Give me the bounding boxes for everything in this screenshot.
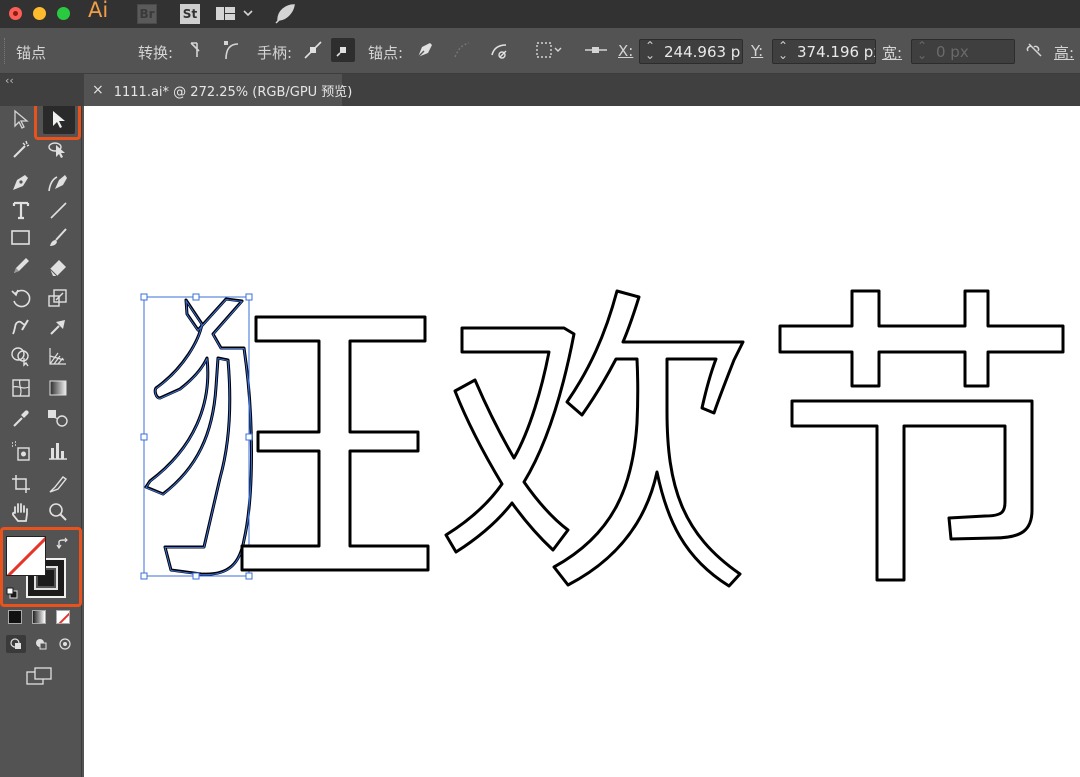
illustrator-logo: Ai xyxy=(88,0,109,22)
draw-inside-icon[interactable] xyxy=(55,635,75,653)
handles-label: 手柄: xyxy=(257,44,293,62)
width-value: 0 px xyxy=(936,42,969,61)
document-tab-bar: × 1111.ai* @ 272.25% (RGB/GPU 预览) xyxy=(0,74,1080,106)
zoom-tool-icon[interactable] xyxy=(44,499,72,525)
x-stepper-icon[interactable]: ⌃ ⌄ xyxy=(645,40,655,61)
slice-tool-icon[interactable] xyxy=(44,471,72,497)
artboard-tool-icon[interactable] xyxy=(7,471,35,497)
control-bar: 锚点 转换: 手柄: 锚点: X: ⌃ ⌄ 244.963 p Y: ⌃ ⌄ 374… xyxy=(0,28,1080,74)
screen-mode-icon[interactable] xyxy=(26,666,54,690)
x-label: X: xyxy=(618,42,634,60)
height-label: 高: xyxy=(1054,44,1075,62)
rectangle-tool-icon[interactable] xyxy=(7,225,35,251)
paintbrush-tool-icon[interactable] xyxy=(44,225,72,251)
gradient-tool-icon[interactable] xyxy=(44,375,72,401)
isolate-selection-icon[interactable] xyxy=(535,39,563,65)
current-tool-label: 锚点 xyxy=(16,44,47,62)
selection-tool-icon[interactable] xyxy=(43,104,75,134)
remove-anchor-icon[interactable] xyxy=(414,39,436,65)
workspace-switcher-icon[interactable] xyxy=(216,6,260,26)
eraser-tool-icon[interactable] xyxy=(44,253,72,279)
y-stepper-icon[interactable]: ⌃ ⌄ xyxy=(778,40,788,61)
lasso-tool-icon[interactable] xyxy=(44,136,72,162)
close-window-button[interactable] xyxy=(9,7,22,20)
x-value: 244.963 p xyxy=(664,42,741,61)
eyedropper-tool-icon[interactable] xyxy=(7,405,35,431)
gradient-mode-icon[interactable] xyxy=(32,610,46,624)
anchor-points-label: 锚点: xyxy=(368,44,404,62)
zoom-window-button[interactable] xyxy=(57,7,70,20)
y-coordinate-field[interactable]: ⌃ ⌄ 374.196 px xyxy=(772,39,876,64)
y-label: Y: xyxy=(751,42,764,60)
constrain-proportions-icon[interactable] xyxy=(1025,39,1045,65)
reference-point-icon[interactable] xyxy=(584,39,608,65)
pencil-tool-icon[interactable] xyxy=(7,253,35,279)
width-label: 宽: xyxy=(882,44,903,62)
mesh-tool-icon[interactable] xyxy=(7,375,35,401)
panel-grip[interactable] xyxy=(4,38,6,64)
convert-to-corner-icon[interactable] xyxy=(188,39,206,65)
glyph-jie-top[interactable] xyxy=(778,289,1065,388)
none-mode-icon[interactable] xyxy=(56,610,70,624)
connect-anchors-icon xyxy=(451,39,473,65)
line-segment-tool-icon[interactable] xyxy=(44,197,72,223)
convert-to-smooth-icon[interactable] xyxy=(222,39,242,65)
magic-wand-tool-icon[interactable] xyxy=(7,136,35,162)
scale-tool-icon[interactable] xyxy=(44,285,72,311)
rotate-tool-icon[interactable] xyxy=(7,285,35,311)
type-tool-icon[interactable] xyxy=(7,197,35,223)
blend-tool-icon[interactable] xyxy=(44,405,72,431)
tab-close-icon[interactable]: × xyxy=(92,82,104,98)
hand-tool-icon[interactable] xyxy=(7,499,35,525)
minimize-window-button[interactable] xyxy=(33,7,46,20)
title-bar: Ai Br St xyxy=(0,0,1080,28)
feather-icon[interactable] xyxy=(274,3,296,29)
width-field: ⌃ ⌄ 0 px xyxy=(911,39,1015,64)
glyph-huan-right[interactable] xyxy=(552,289,745,588)
pen-tool-icon[interactable] xyxy=(7,169,35,195)
fill-swatch[interactable] xyxy=(6,536,46,576)
document-tab[interactable]: × 1111.ai* @ 272.25% (RGB/GPU 预览) xyxy=(84,74,352,106)
default-fill-stroke-icon[interactable] xyxy=(6,584,18,603)
y-value: 374.196 px xyxy=(797,42,876,61)
artboard-canvas[interactable] xyxy=(84,106,1080,777)
bridge-icon[interactable]: Br xyxy=(137,4,157,24)
swap-fill-stroke-icon[interactable] xyxy=(56,536,70,555)
show-handles-icon[interactable] xyxy=(302,39,324,65)
glyph-jie-bottom[interactable] xyxy=(790,399,1034,582)
draw-normal-icon[interactable] xyxy=(6,635,26,653)
curvature-tool-icon[interactable] xyxy=(44,169,72,195)
cut-path-icon[interactable] xyxy=(488,39,510,65)
draw-behind-icon[interactable] xyxy=(31,635,51,653)
convert-label: 转换: xyxy=(138,44,174,62)
color-mode-icon[interactable] xyxy=(8,610,22,624)
width-stepper-icon: ⌃ ⌄ xyxy=(917,39,928,62)
x-coordinate-field[interactable]: ⌃ ⌄ 244.963 p xyxy=(639,39,743,64)
direct-selection-tool-icon[interactable] xyxy=(7,106,35,132)
stock-icon[interactable]: St xyxy=(180,4,200,24)
perspective-grid-tool-icon[interactable] xyxy=(44,343,72,369)
collapse-panel-icon[interactable]: ‹‹ xyxy=(5,74,14,87)
hide-handles-icon[interactable] xyxy=(331,38,355,62)
glyph-kuang-radical[interactable] xyxy=(144,297,253,576)
document-tab-title: 1111.ai* @ 272.25% (RGB/GPU 预览) xyxy=(113,84,353,100)
glyph-huan-left[interactable] xyxy=(444,326,576,554)
tools-panel xyxy=(0,84,82,777)
shape-builder-tool-icon[interactable] xyxy=(7,343,35,369)
glyph-kuang-wang[interactable] xyxy=(240,315,430,572)
column-graph-tool-icon[interactable] xyxy=(44,438,72,464)
puppet-warp-tool-icon[interactable] xyxy=(44,314,72,340)
warp-tool-icon[interactable] xyxy=(7,314,35,340)
symbol-sprayer-tool-icon[interactable] xyxy=(7,438,35,464)
